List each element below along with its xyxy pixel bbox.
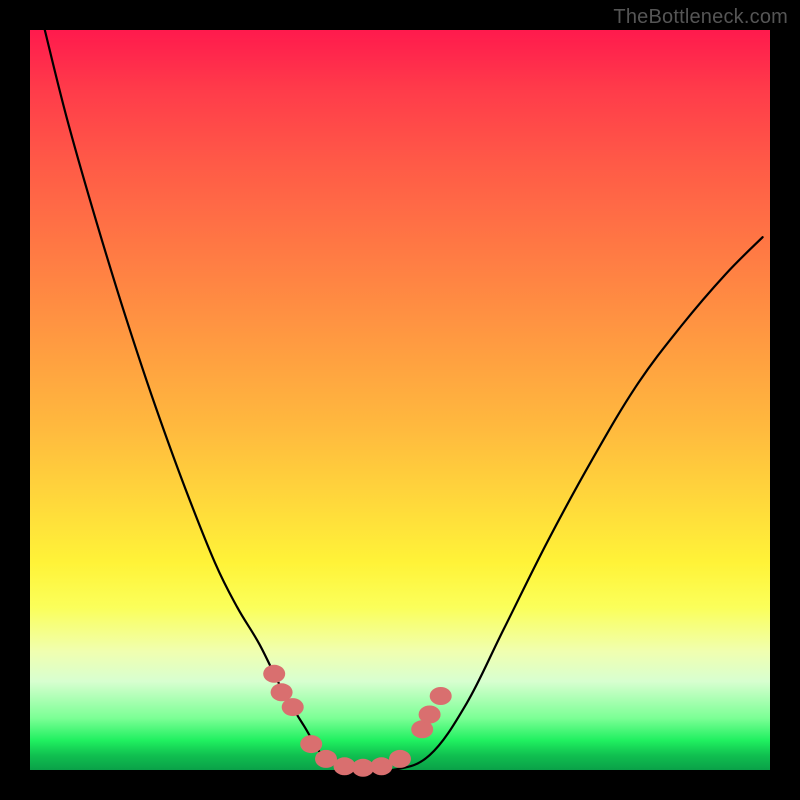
marker-dot [300, 735, 322, 753]
plot-area [30, 30, 770, 770]
watermark-text: TheBottleneck.com [613, 6, 788, 29]
marker-dot [419, 706, 441, 724]
marker-dot [282, 698, 304, 716]
bottleneck-curve [30, 30, 770, 770]
chart-frame: TheBottleneck.com [0, 0, 800, 800]
marker-dot [389, 750, 411, 768]
marker-dot [263, 665, 285, 683]
marker-dot [430, 687, 452, 705]
curve-path [45, 30, 763, 772]
